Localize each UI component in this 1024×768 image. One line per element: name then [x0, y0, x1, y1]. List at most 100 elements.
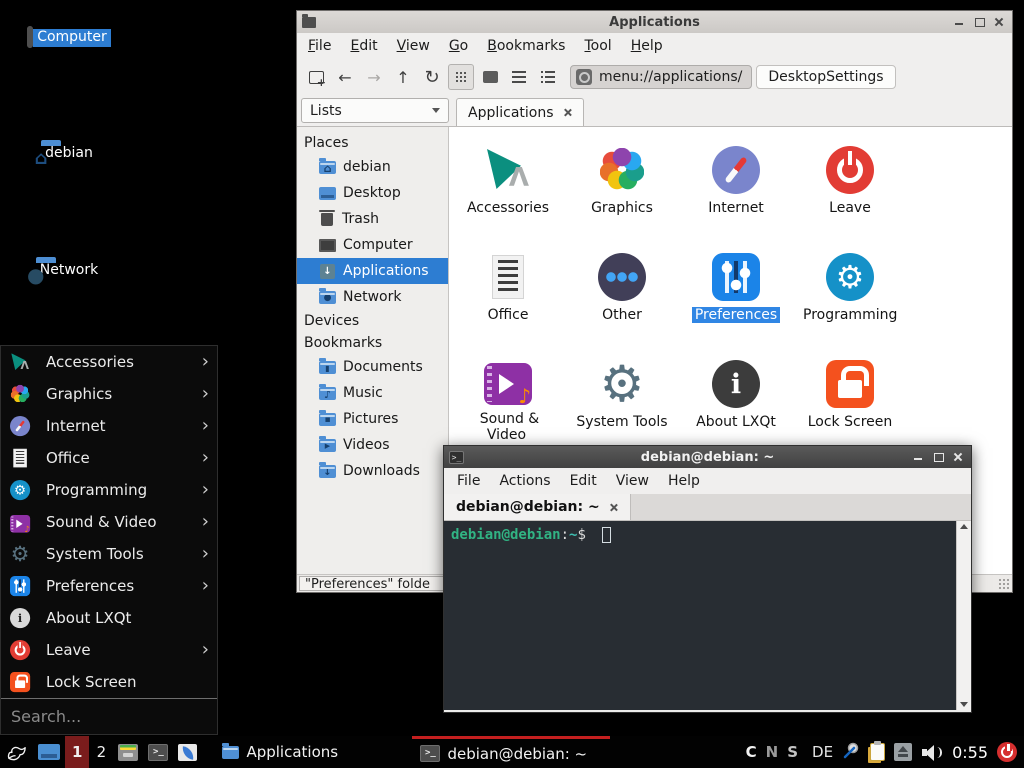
sidebar-item-music[interactable]: Music: [297, 380, 448, 406]
sidebar-item-network[interactable]: Network: [297, 284, 448, 310]
menu-help[interactable]: Help: [668, 473, 700, 489]
icon-view-button[interactable]: [448, 64, 474, 90]
address-segment[interactable]: menu://applications/: [570, 65, 752, 89]
menu-item-lock-screen[interactable]: Lock Screen: [1, 666, 217, 698]
menu-item-graphics[interactable]: Graphics›: [1, 378, 217, 410]
numlock-indicator[interactable]: N: [766, 743, 779, 761]
menu-actions[interactable]: Actions: [499, 473, 550, 489]
task-button-terminal[interactable]: debian@debian: ~: [412, 736, 610, 768]
menu-help[interactable]: Help: [631, 38, 663, 54]
lock-screen-icon: [826, 360, 874, 408]
menu-bookmarks[interactable]: Bookmarks: [487, 38, 565, 54]
quicklaunch-file-manager[interactable]: [113, 736, 143, 768]
terminal-output[interactable]: debian@debian:~$: [444, 521, 956, 710]
maximize-button[interactable]: [933, 452, 943, 462]
close-button[interactable]: [994, 17, 1004, 27]
new-tab-button[interactable]: [303, 64, 329, 90]
volume-tray-icon[interactable]: [921, 743, 943, 761]
fm-titlebar[interactable]: Applications: [297, 11, 1012, 33]
menu-tool[interactable]: Tool: [584, 38, 611, 54]
back-button[interactable]: [332, 64, 358, 90]
reload-button[interactable]: [419, 64, 445, 90]
minimize-button[interactable]: [954, 17, 964, 27]
app-category-leave[interactable]: Leave: [793, 140, 907, 247]
desktop-icon-debian[interactable]: debian: [25, 139, 113, 163]
close-button[interactable]: [953, 452, 963, 462]
workspace-1-button[interactable]: 1: [65, 736, 89, 768]
app-category-graphics[interactable]: Graphics: [565, 140, 679, 247]
app-category-programming[interactable]: Programming: [793, 247, 907, 354]
app-category-internet[interactable]: Internet: [679, 140, 793, 247]
sidebar-item-pictures[interactable]: Pictures: [297, 406, 448, 432]
detailed-view-button[interactable]: [535, 64, 561, 90]
keyboard-layout-indicator[interactable]: DE: [812, 743, 833, 761]
menu-edit[interactable]: Edit: [570, 473, 597, 489]
app-category-accessories[interactable]: Accessories: [451, 140, 565, 247]
quicklaunch-featherpad[interactable]: [173, 736, 202, 768]
show-desktop-button[interactable]: [33, 736, 65, 768]
power-button[interactable]: [997, 742, 1017, 762]
tab-close-icon[interactable]: [563, 108, 572, 117]
start-menu-button[interactable]: [0, 736, 33, 768]
menu-item-system-tools[interactable]: System Tools›: [1, 538, 217, 570]
screenshot-tray-icon[interactable]: [842, 741, 861, 764]
clock[interactable]: 0:55: [952, 743, 988, 762]
desktop-icon-computer[interactable]: Computer: [25, 23, 113, 47]
minimize-button[interactable]: [913, 452, 923, 462]
scroll-up-icon[interactable]: [960, 524, 968, 529]
sidebar-item-trash[interactable]: Trash: [297, 206, 448, 232]
menu-item-accessories[interactable]: Accessories›: [1, 346, 217, 378]
clipboard-tray-icon[interactable]: [870, 743, 885, 761]
forward-button[interactable]: [361, 64, 387, 90]
tab-applications[interactable]: Applications: [456, 98, 584, 126]
app-category-preferences[interactable]: Preferences: [679, 247, 793, 354]
sidebar-item-documents[interactable]: Documents: [297, 354, 448, 380]
up-button[interactable]: [390, 64, 416, 90]
task-button-applications[interactable]: Applications: [214, 736, 412, 768]
preferences-icon: [10, 576, 30, 596]
terminal-scrollbar[interactable]: [956, 521, 971, 710]
thumbnail-view-button[interactable]: [477, 64, 503, 90]
maximize-button[interactable]: [974, 17, 984, 27]
sidebar-item-computer[interactable]: Computer: [297, 232, 448, 258]
menu-view[interactable]: View: [397, 38, 430, 54]
scrolllock-indicator[interactable]: S: [787, 743, 798, 761]
app-category-other[interactable]: Other: [565, 247, 679, 354]
sidebar-item-applications[interactable]: Applications: [297, 258, 448, 284]
terminal-titlebar[interactable]: debian@debian: ~: [444, 446, 971, 468]
sidebar-item-desktop[interactable]: Desktop: [297, 180, 448, 206]
menu-item-preferences[interactable]: Preferences›: [1, 570, 217, 602]
menu-file[interactable]: File: [457, 473, 480, 489]
menu-view[interactable]: View: [616, 473, 649, 489]
menu-edit[interactable]: Edit: [350, 38, 377, 54]
status-text: "Preferences" folde: [299, 576, 451, 591]
terminal-tab[interactable]: debian@debian: ~: [444, 494, 631, 520]
sidebar-item-debian[interactable]: debian: [297, 154, 448, 180]
desktop-icon-network[interactable]: Network: [25, 256, 113, 280]
sidebar-mode-combo[interactable]: Lists: [301, 98, 449, 123]
sidebar-item-videos[interactable]: Videos: [297, 432, 448, 458]
menu-item-sound-video[interactable]: Sound & Video›: [1, 506, 217, 538]
menu-item-internet[interactable]: Internet›: [1, 410, 217, 442]
scroll-down-icon[interactable]: [960, 702, 968, 707]
workspace-2-button[interactable]: 2: [89, 736, 113, 768]
menu-file[interactable]: File: [308, 38, 331, 54]
graphics-icon: [598, 146, 646, 194]
menu-item-office[interactable]: Office›: [1, 442, 217, 474]
sidebar-item-downloads[interactable]: Downloads: [297, 458, 448, 484]
desktop-settings-breadcrumb[interactable]: DesktopSettings: [756, 65, 895, 89]
removable-media-tray-icon[interactable]: [894, 743, 912, 761]
menu-item-about-lxqt[interactable]: About LXQt: [1, 602, 217, 634]
tab-close-icon[interactable]: [609, 503, 618, 512]
capslock-indicator[interactable]: C: [746, 743, 757, 761]
menu-search-input[interactable]: Search...: [1, 698, 217, 734]
menu-go[interactable]: Go: [449, 38, 468, 54]
menu-item-leave[interactable]: Leave›: [1, 634, 217, 666]
app-category-office[interactable]: Office: [451, 247, 565, 354]
menu-item-programming[interactable]: Programming›: [1, 474, 217, 506]
path-bar: menu://applications/ DesktopSettings: [570, 65, 1000, 89]
window-folder-icon: [302, 17, 316, 28]
compact-view-button[interactable]: [506, 64, 532, 90]
quicklaunch-terminal[interactable]: [143, 736, 173, 768]
resize-grip[interactable]: [998, 578, 1010, 590]
